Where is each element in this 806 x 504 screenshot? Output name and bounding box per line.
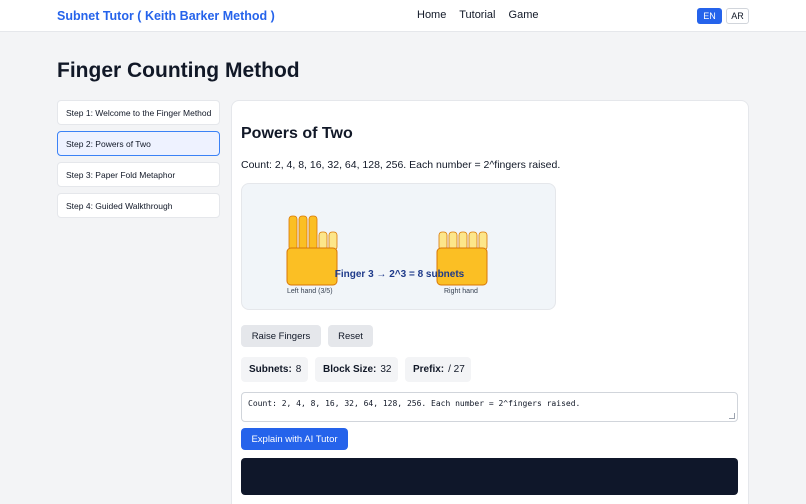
reset-button[interactable]: Reset xyxy=(328,325,373,347)
right-hand-finger-2[interactable] xyxy=(448,231,458,251)
left-hand-finger-1[interactable] xyxy=(288,215,298,251)
nav-game[interactable]: Game xyxy=(509,9,539,21)
left-hand-label: Left hand (3/5) xyxy=(287,288,333,295)
textarea-text: Count: 2, 4, 8, 16, 32, 64, 128, 256. Ea… xyxy=(248,399,581,408)
nav-home[interactable]: Home xyxy=(417,9,446,21)
left-hand-finger-5[interactable] xyxy=(328,231,338,251)
left-hand-finger-3[interactable] xyxy=(308,215,318,251)
lang-en-button[interactable]: EN xyxy=(697,8,722,24)
main-nav: Home Tutorial Game xyxy=(417,9,549,21)
left-hand-finger-2[interactable] xyxy=(298,215,308,251)
explain-ai-button[interactable]: Explain with AI Tutor xyxy=(241,428,348,450)
block-size-value: 32 xyxy=(380,364,392,375)
raise-fingers-button[interactable]: Raise Fingers xyxy=(241,325,321,347)
finger-visual: Finger 3 → 2^3 = 8 subnets Left hand (3/… xyxy=(241,183,556,310)
right-hand-finger-5[interactable] xyxy=(478,231,488,251)
nav-tutorial[interactable]: Tutorial xyxy=(459,9,495,21)
top-bar: Subnet Tutor ( Keith Barker Method ) Hom… xyxy=(0,0,806,32)
right-hand-finger-4[interactable] xyxy=(468,231,478,251)
brand-title[interactable]: Subnet Tutor ( Keith Barker Method ) xyxy=(57,9,275,23)
section-title: Powers of Two xyxy=(241,125,353,142)
block-size-label: Block Size: xyxy=(323,364,377,375)
prefix-label: Prefix: xyxy=(413,364,445,375)
resize-handle-icon[interactable] xyxy=(729,413,735,419)
prefix-stat: Prefix: / 27 xyxy=(405,357,471,382)
step-item-3[interactable]: Step 3: Paper Fold Metaphor xyxy=(57,162,220,187)
page-title: Finger Counting Method xyxy=(57,59,300,82)
lang-ar-button[interactable]: AR xyxy=(726,8,749,24)
block-size-stat: Block Size: 32 xyxy=(315,357,398,382)
subnets-value: 8 xyxy=(295,364,302,375)
ai-output-panel xyxy=(241,458,738,495)
explanation-textarea[interactable]: Count: 2, 4, 8, 16, 32, 64, 128, 256. Ea… xyxy=(241,392,738,422)
step-item-2[interactable]: Step 2: Powers of Two xyxy=(57,131,220,156)
subnets-stat: Subnets: 8 xyxy=(241,357,308,382)
prefix-value: / 27 xyxy=(448,364,465,375)
right-hand-finger-1[interactable] xyxy=(438,231,448,251)
section-description: Count: 2, 4, 8, 16, 32, 64, 128, 256. Ea… xyxy=(241,159,561,171)
subnets-label: Subnets: xyxy=(249,364,292,375)
step-item-1[interactable]: Step 1: Welcome to the Finger Method xyxy=(57,100,220,125)
finger-caption: Finger 3 → 2^3 = 8 subnets xyxy=(334,269,465,280)
right-hand-finger-3[interactable] xyxy=(458,231,468,251)
right-hand-label: Right hand xyxy=(444,288,478,295)
left-hand-finger-4[interactable] xyxy=(318,231,328,251)
step-item-4[interactable]: Step 4: Guided Walkthrough xyxy=(57,193,220,218)
